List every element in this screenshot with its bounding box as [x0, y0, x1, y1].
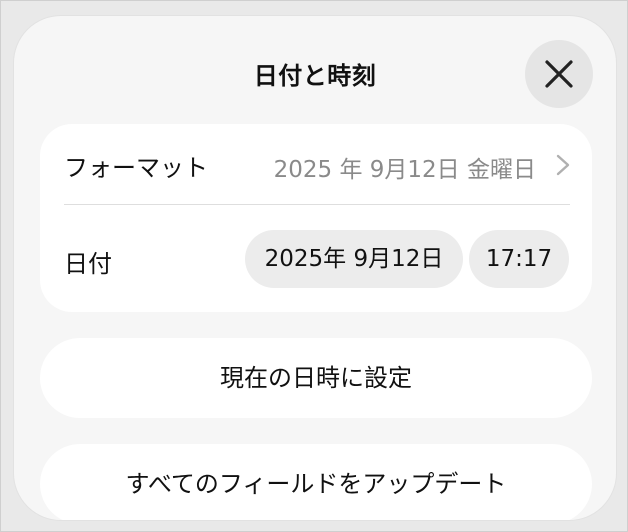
- close-x-icon: [545, 60, 573, 88]
- date-time-dialog: 日付と時刻 フォーマット 2025 年 9月12日 金曜日 日付 2025年 9…: [13, 15, 617, 521]
- format-value: 2025 年 9月12日 金曜日: [273, 157, 536, 183]
- date-picker-button[interactable]: 2025年 9月12日: [245, 230, 463, 288]
- set-current-datetime-button[interactable]: 現在の日時に設定: [40, 338, 592, 418]
- window-frame: 日付と時刻 フォーマット 2025 年 9月12日 金曜日 日付 2025年 9…: [0, 0, 628, 532]
- format-label: フォーマット: [64, 154, 208, 182]
- update-all-fields-button[interactable]: すべてのフィールドをアップデート: [40, 444, 592, 520]
- close-button[interactable]: [525, 40, 593, 108]
- format-row[interactable]: フォーマット 2025 年 9月12日 金曜日: [40, 124, 592, 204]
- date-label: 日付: [64, 250, 112, 278]
- settings-card: フォーマット 2025 年 9月12日 金曜日 日付 2025年 9月12日 1…: [40, 124, 592, 312]
- chevron-right-icon: [556, 154, 570, 176]
- time-picker-button[interactable]: 17:17: [469, 230, 569, 288]
- divider: [64, 204, 570, 205]
